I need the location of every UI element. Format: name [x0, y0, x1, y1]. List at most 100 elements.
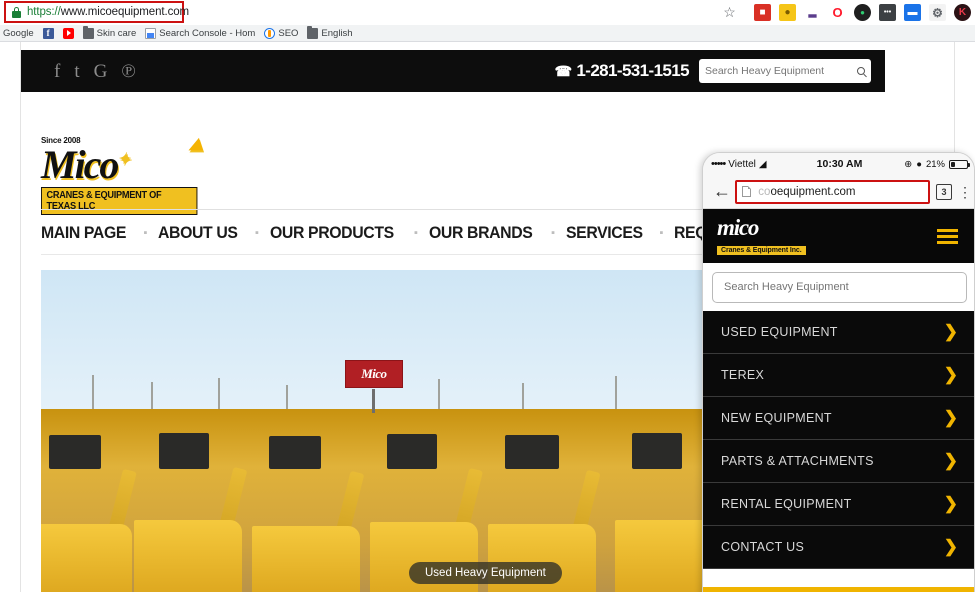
- mobile-menu-item-rental-equipment[interactable]: RENTAL EQUIPMENT ❯: [703, 483, 974, 526]
- folder-icon: [307, 26, 319, 39]
- top-bar-right: ☎ 1-281-531-1515: [555, 59, 871, 83]
- mobile-address-bar[interactable]: cooequipment.com: [735, 179, 930, 204]
- tree-decoration: [522, 383, 525, 410]
- analytics-extension-icon[interactable]: ▂: [804, 4, 821, 21]
- nav-item-our-brands[interactable]: OUR BRANDS: [429, 223, 533, 243]
- menu-item-label: USED EQUIPMENT: [721, 325, 838, 339]
- mobile-url-faded: co: [756, 185, 771, 198]
- chevron-right-icon: ❯: [943, 537, 958, 556]
- bookmark-english[interactable]: English: [307, 26, 353, 39]
- mobile-menu-item-contact-us[interactable]: CONTACT US ❯: [703, 526, 974, 569]
- pinterest-icon[interactable]: ℗: [121, 62, 135, 81]
- tree-decoration: [614, 376, 617, 410]
- nav-item-about-us[interactable]: ABOUT US: [158, 223, 238, 243]
- bookmarks-bar: Google f Skin care Search Console - Hom …: [0, 25, 975, 42]
- adblock-extension-icon[interactable]: ■: [754, 4, 771, 21]
- search-icon[interactable]: [857, 67, 865, 75]
- more-extension-icon[interactable]: •••: [879, 4, 896, 21]
- location-icon: ⊕: [904, 158, 913, 170]
- google-plus-icon[interactable]: G: [94, 62, 108, 81]
- sidebar-extension-icon[interactable]: ▬: [904, 4, 921, 21]
- bookmark-star-icon[interactable]: ☆: [721, 4, 738, 21]
- mobile-logo-subtitle: Cranes & Equipment Inc.: [717, 245, 806, 255]
- logo-wordmark: Mico✦ ⛰: [41, 136, 211, 185]
- mobile-status-bar: 10:30 AM ••••• Viettel ◢ ⊕ ● 21%: [703, 153, 974, 175]
- bulldozer-cab: [268, 436, 321, 470]
- nav-separator: ▪: [551, 227, 556, 239]
- mobile-search-wrapper: [703, 263, 974, 311]
- mobile-phone-overlay: 10:30 AM ••••• Viettel ◢ ⊕ ● 21% ← cooeq…: [702, 152, 975, 592]
- nav-separator: ▪: [143, 227, 148, 239]
- header-search-box[interactable]: [699, 59, 871, 83]
- facebook-icon[interactable]: f: [54, 62, 60, 81]
- youtube-icon: [62, 27, 74, 39]
- tree-decoration: [285, 385, 288, 410]
- opera-extension-icon[interactable]: O: [829, 4, 846, 21]
- telephone-icon: ☎: [554, 62, 572, 79]
- settings-extension-icon[interactable]: ⚙: [929, 4, 946, 21]
- kaspersky-extension-icon[interactable]: K: [954, 4, 971, 21]
- mobile-menu-item-terex[interactable]: TEREX ❯: [703, 354, 974, 397]
- nav-item-main-page[interactable]: MAIN PAGE: [41, 223, 126, 243]
- site-top-bar: f t G ℗ ☎ 1-281-531-1515: [21, 50, 885, 92]
- search-input[interactable]: [705, 65, 853, 77]
- bulldozer-blade: [252, 526, 360, 592]
- mobile-site-header: mico Cranes & Equipment Inc.: [703, 209, 974, 263]
- seo-icon: [264, 27, 276, 39]
- url-host: www.micoequipment.com: [60, 6, 189, 18]
- tab-count-button[interactable]: 3: [936, 183, 952, 200]
- dark-circle-extension-icon[interactable]: ●: [854, 4, 871, 21]
- mobile-menu-item-parts-attachments[interactable]: PARTS & ATTACHMENTS ❯: [703, 440, 974, 483]
- search-console-icon: [145, 27, 157, 39]
- nav-item-services[interactable]: SERVICES: [566, 223, 643, 243]
- mobile-footer: Copyright © 2016 Mico Cranes & Equipment…: [703, 587, 974, 592]
- phone-number[interactable]: ☎ 1-281-531-1515: [554, 61, 690, 81]
- mico-billboard: Mico: [344, 359, 403, 413]
- menu-item-label: RENTAL EQUIPMENT: [721, 497, 852, 511]
- chevron-right-icon: ❯: [943, 494, 958, 513]
- bookmark-facebook[interactable]: f: [42, 27, 54, 39]
- overflow-menu-icon[interactable]: ⋮: [958, 185, 972, 199]
- social-links: f t G ℗: [54, 62, 136, 81]
- twitter-icon[interactable]: t: [74, 62, 79, 81]
- address-bar[interactable]: https://www.micoequipment.com: [4, 1, 189, 23]
- bookmark-search-console[interactable]: Search Console - Hom: [145, 27, 255, 39]
- billboard-text: Mico: [361, 365, 387, 381]
- chevron-right-icon: ❯: [943, 365, 958, 384]
- mobile-search-box[interactable]: [712, 271, 967, 303]
- tree-decoration: [437, 379, 440, 410]
- bookmark-google[interactable]: Google: [3, 28, 34, 39]
- mobile-menu-item-used-equipment[interactable]: USED EQUIPMENT ❯: [703, 311, 974, 354]
- bulldozer-blade: [133, 520, 242, 592]
- mobile-url-visible: oequipment.com: [770, 185, 856, 198]
- browser-chrome: https://www.micoequipment.com ☆ ■ ● ▂ O …: [0, 0, 975, 42]
- menu-item-label: PARTS & ATTACHMENTS: [721, 454, 874, 468]
- extension-icons: ■ ● ▂ O ● ••• ▬ ⚙ K: [754, 2, 971, 23]
- mobile-logo-wordmark: mico: [717, 214, 759, 240]
- mobile-search-input[interactable]: [724, 281, 955, 293]
- url-text: https://www.micoequipment.com: [27, 6, 189, 18]
- bookmark-skin-care[interactable]: Skin care: [82, 26, 136, 39]
- nav-item-our-products[interactable]: OUR PRODUCTS: [270, 223, 394, 243]
- bulldozer-cab: [49, 435, 102, 470]
- mobile-menu-item-new-equipment[interactable]: NEW EQUIPMENT ❯: [703, 397, 974, 440]
- bookmark-youtube[interactable]: [62, 27, 74, 39]
- mobile-menu-list: USED EQUIPMENT ❯ TEREX ❯ NEW EQUIPMENT ❯…: [703, 311, 974, 569]
- site-logo[interactable]: Since 2008 Mico✦ ⛰ CRANES & EQUIPMENT OF…: [41, 136, 211, 215]
- back-arrow-icon[interactable]: ←: [709, 181, 735, 202]
- battery-icon: [949, 159, 970, 169]
- omnibox-row: https://www.micoequipment.com ☆ ■ ● ▂ O …: [0, 0, 975, 25]
- mobile-logo[interactable]: mico Cranes & Equipment Inc.: [717, 216, 806, 257]
- menu-item-label: TEREX: [721, 368, 765, 382]
- logo-word-text: Mico: [41, 142, 119, 187]
- bookmark-seo[interactable]: SEO: [264, 27, 298, 39]
- page-viewport: f t G ℗ ☎ 1-281-531-1515 Since 2008 Mico…: [0, 42, 975, 592]
- page-icon: [742, 186, 751, 197]
- nav-separator: ▪: [254, 227, 259, 239]
- lightbulb-extension-icon[interactable]: ●: [779, 4, 796, 21]
- hamburger-icon[interactable]: [937, 228, 958, 244]
- bulldozer-cab: [159, 433, 210, 470]
- nav-separator: ▪: [413, 227, 418, 239]
- excavator-icon: ⛰: [188, 135, 203, 154]
- star-accent-icon: ✦: [117, 151, 130, 168]
